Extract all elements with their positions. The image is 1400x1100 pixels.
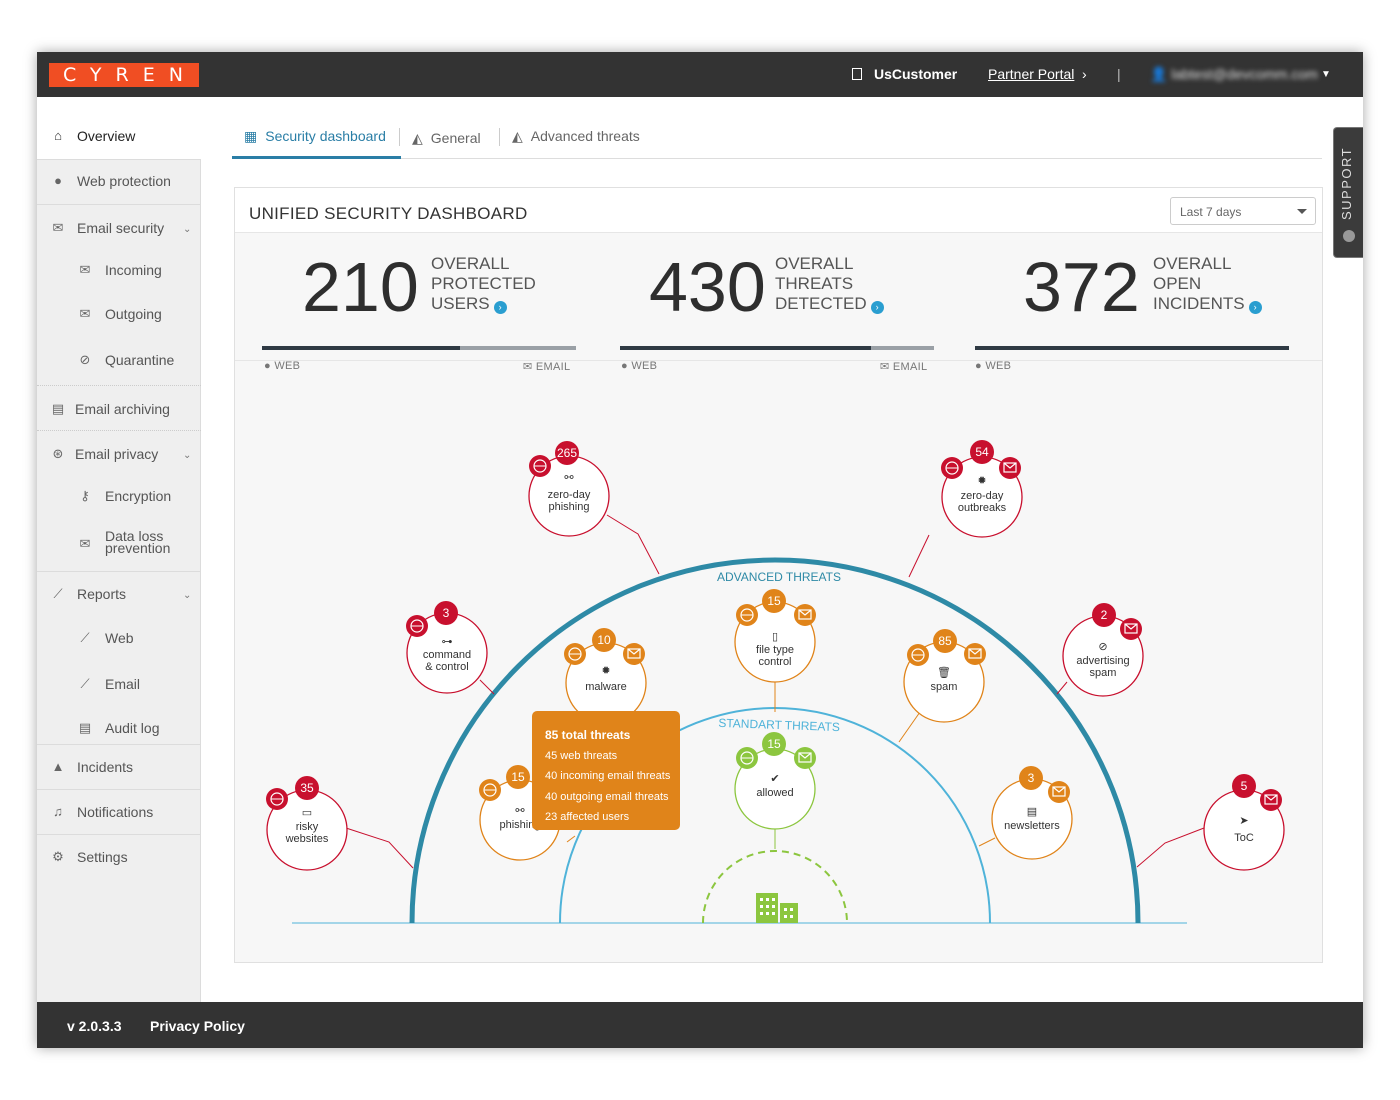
node-label: phishing <box>549 501 590 513</box>
node-label: spam <box>931 681 958 693</box>
node-label: allowed <box>756 787 793 799</box>
node-label: newsletters <box>1004 820 1060 832</box>
count-badge-value: 15 <box>767 737 781 751</box>
count-badge-value: 54 <box>975 445 989 459</box>
node-label: & control <box>425 661 468 673</box>
link-icon: ⚯ <box>515 805 525 817</box>
node-label: control <box>758 656 791 668</box>
node-file-type-control[interactable]: ▯ file type control 15 <box>734 589 816 683</box>
node-label: risky <box>296 821 319 833</box>
trash-icon: 🗑 <box>937 666 951 679</box>
node-label: outbreaks <box>958 502 1007 514</box>
node-label: zero-day <box>548 489 591 501</box>
node-zero-day-phishing[interactable]: ⚯ zero-day phishing 265 <box>528 441 610 537</box>
node-newsletters[interactable]: ▤ newsletters 3 <box>991 766 1073 860</box>
version-label: v 2.0.3.3 <box>67 1018 122 1034</box>
tooltip-outgoing: 40 outgoing email threats <box>545 790 669 803</box>
node-advertising-spam[interactable]: ⊘ advertising spam 2 <box>1062 603 1144 697</box>
connector-phishing <box>566 835 576 843</box>
connector-advertising-spam <box>1056 681 1068 695</box>
node-label: spam <box>1090 667 1117 679</box>
count-badge-value: 2 <box>1101 608 1108 622</box>
node-label: websites <box>285 833 329 845</box>
node-malware[interactable]: ✹ malware 10 <box>564 628 647 724</box>
count-badge-value: 10 <box>597 633 611 647</box>
footer: v 2.0.3.3 Privacy Policy <box>37 1002 1363 1048</box>
connector-toc <box>1136 827 1205 868</box>
bug-icon: ✹ <box>601 665 610 677</box>
building-icon <box>756 893 798 923</box>
node-risky-websites[interactable]: ▭ risky websites 35 <box>266 776 348 871</box>
count-badge-value: 35 <box>300 781 314 795</box>
connector-spam <box>898 711 921 743</box>
laptop-icon: ▭ <box>302 807 312 819</box>
node-toc[interactable]: ➤ ToC 5 <box>1203 774 1285 871</box>
malware-tooltip: 85 total threats 45 web threats 40 incom… <box>532 711 680 830</box>
ban-icon: ⊘ <box>1098 641 1107 653</box>
node-allowed[interactable]: ✔ allowed 15 <box>734 732 816 830</box>
node-zero-day-outbreaks[interactable]: ✹ zero-day outbreaks 54 <box>941 440 1023 538</box>
connector-zero-day-phishing <box>606 514 660 575</box>
tooltip-incoming: 40 incoming email threats <box>545 770 671 782</box>
cursor-icon: ➤ <box>1239 815 1248 827</box>
tooltip-users: 23 affected users <box>545 811 630 823</box>
count-badge-value: 15 <box>767 594 781 608</box>
connector-command-control <box>479 679 495 695</box>
count-badge-value: 3 <box>1028 771 1035 785</box>
app-window: CYREN UsCustomer Partner Portal › | 👤 la… <box>37 52 1363 1048</box>
privacy-policy-link[interactable]: Privacy Policy <box>150 1018 245 1034</box>
connector-newsletters <box>978 837 996 847</box>
count-badge-value: 85 <box>938 634 952 648</box>
count-badge-value: 265 <box>557 446 577 460</box>
threat-diagram: ADVANCED THREATS STANDART THREATS ⚯ zero… <box>266 440 1285 924</box>
connector-risky-websites <box>345 827 414 869</box>
node-label: command <box>423 649 471 661</box>
standard-arc-label: STANDART THREATS <box>718 716 840 734</box>
tooltip-title: 85 total threats <box>545 728 631 742</box>
sitemap-icon: ⊶ <box>442 636 453 648</box>
newspaper-icon: ▤ <box>1027 806 1037 818</box>
count-badge-value: 15 <box>511 770 525 784</box>
file-icon: ▯ <box>772 631 778 643</box>
node-spam[interactable]: 🗑 spam 85 <box>903 629 986 723</box>
node-label: ToC <box>1234 832 1254 844</box>
bug-icon: ✹ <box>977 475 986 487</box>
advanced-arc-label: ADVANCED THREATS <box>717 570 841 584</box>
node-label: zero-day <box>961 490 1004 502</box>
count-badge-value: 3 <box>443 606 450 620</box>
link-icon: ⚯ <box>564 472 574 484</box>
node-label: malware <box>585 681 627 693</box>
node-command-control[interactable]: ⊶ command & control 3 <box>406 601 488 694</box>
connector-zero-day-outbreaks <box>908 534 930 578</box>
node-label: advertising <box>1076 655 1129 667</box>
node-label: file type <box>756 644 794 656</box>
check-icon: ✔ <box>770 773 779 785</box>
tooltip-web: 45 web threats <box>545 749 618 762</box>
count-badge-value: 5 <box>1241 779 1248 793</box>
